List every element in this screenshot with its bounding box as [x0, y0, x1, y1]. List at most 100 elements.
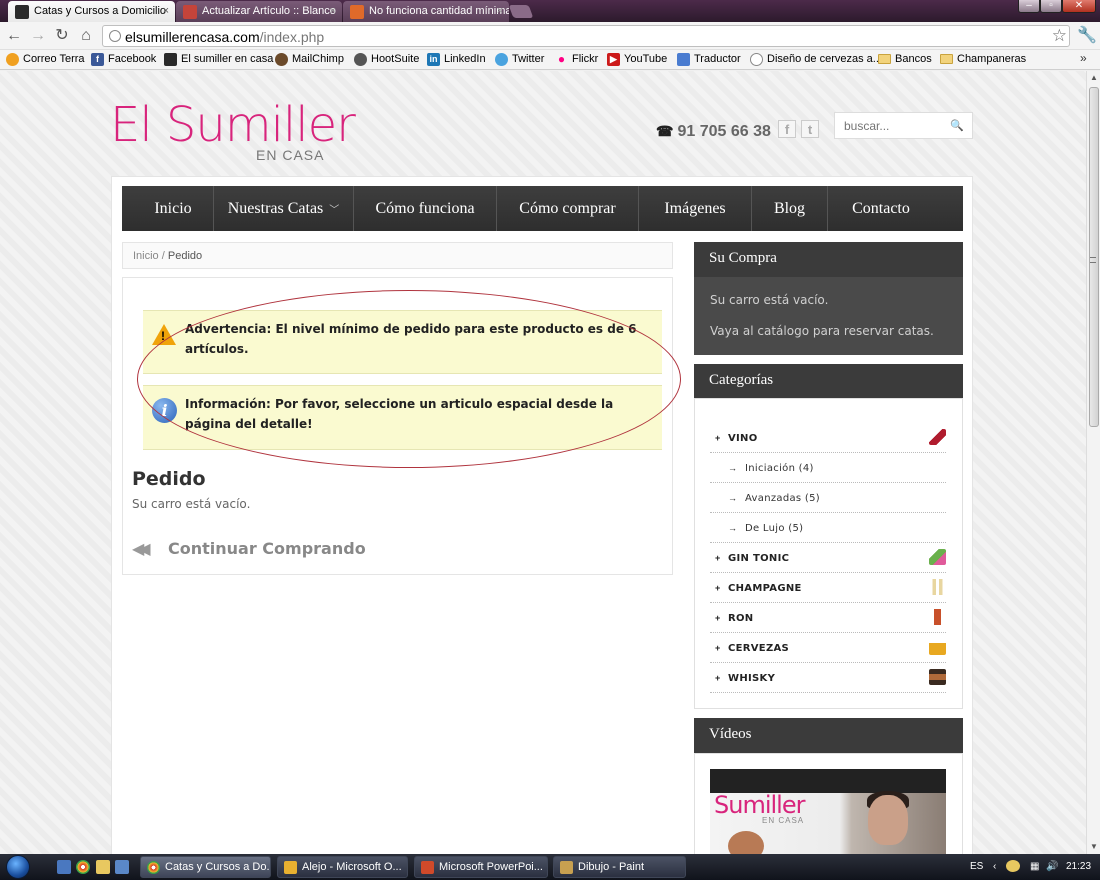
twitter-icon[interactable]: t — [801, 120, 819, 138]
nav-como-funciona[interactable]: Cómo funciona — [354, 186, 496, 231]
taskbar-item-paint[interactable]: Dibujo - Paint — [553, 856, 686, 878]
plus-icon: + — [715, 643, 721, 653]
task-label: Alejo - Microsoft O... — [302, 861, 402, 873]
category-champagne[interactable]: + CHAMPAGNE — [710, 573, 946, 603]
chrome-quicklaunch-icon[interactable] — [76, 860, 90, 874]
champagne-icon — [929, 579, 946, 595]
bookmark-linkedin[interactable]: in LinkedIn — [427, 53, 486, 66]
nav-como-comprar[interactable]: Cómo comprar — [497, 186, 638, 231]
category-gin-tonic[interactable]: + GIN TONIC — [710, 543, 946, 573]
reload-icon[interactable]: ↻ — [52, 26, 72, 46]
bookmark-youtube[interactable]: ▶ YouTube — [607, 53, 667, 66]
clock[interactable]: 21:23 — [1066, 861, 1091, 872]
tray-expand-icon[interactable]: ‹ — [993, 861, 996, 872]
info-text: Información: Por favor, seleccione un ar… — [185, 397, 614, 431]
bookmark-diseno-cervezas[interactable]: Diseño de cervezas a... — [750, 53, 882, 66]
taskbar-item-outlook[interactable]: Alejo - Microsoft O... — [277, 856, 408, 878]
back-icon[interactable]: ← — [4, 26, 24, 46]
show-desktop-icon[interactable] — [57, 860, 71, 874]
scroll-up-icon[interactable]: ▲ — [1087, 71, 1100, 85]
nav-blog[interactable]: Blog — [752, 186, 827, 231]
category-iniciacion[interactable]: → Iniciación (4) — [710, 453, 946, 483]
site-logo[interactable]: El Sumiller — [110, 101, 356, 149]
category-cervezas[interactable]: + CERVEZAS — [710, 633, 946, 663]
search-input[interactable] — [844, 119, 954, 133]
bookmark-label: Correo Terra — [23, 53, 85, 65]
page-scrollbar[interactable]: ▲ ▼ — [1086, 71, 1100, 854]
arrow-right-icon: → — [728, 523, 737, 533]
tab-close-icon[interactable]: × — [163, 5, 169, 17]
minimize-button[interactable]: – — [1018, 0, 1040, 13]
nav-contacto[interactable]: Contacto — [828, 186, 934, 231]
cart-widget-title: Su Compra — [694, 242, 963, 277]
category-whisky[interactable]: + WHISKY — [710, 663, 946, 693]
network-icon[interactable]: ▦ — [1030, 861, 1039, 872]
arrow-right-icon: → — [728, 493, 737, 503]
scroll-down-icon[interactable]: ▼ — [1087, 840, 1100, 854]
category-label: VINO — [728, 433, 758, 444]
bookmark-twitter[interactable]: Twitter — [495, 53, 544, 66]
continue-shopping-link[interactable]: ◀◀ Continuar Comprando — [132, 539, 366, 558]
category-label: WHISKY — [728, 673, 776, 684]
taskbar-item-chrome[interactable]: Catas y Cursos a Do... — [140, 856, 271, 878]
category-avanzadas[interactable]: → Avanzadas (5) — [710, 483, 946, 513]
start-button[interactable] — [6, 855, 30, 879]
bookmark-label: Champaneras — [957, 53, 1027, 65]
url-text[interactable]: elsumillerencasa.com/index.php — [125, 29, 324, 45]
browser-toolbar: ← → ↻ ⌂ elsumillerencasa.com/index.php ☆… — [0, 22, 1100, 50]
bookmark-correo-terra[interactable]: Correo Terra — [6, 53, 85, 66]
joomla-favicon-icon — [183, 5, 197, 19]
continue-shopping-label: Continuar Comprando — [168, 539, 366, 558]
nav-nuestras-catas[interactable]: Nuestras Catas ﹀ — [214, 186, 353, 231]
tab-close-icon[interactable]: × — [330, 5, 336, 17]
breadcrumb-home-link[interactable]: Inicio — [133, 250, 159, 262]
address-bar[interactable]: elsumillerencasa.com/index.php ☆ — [102, 25, 1070, 47]
taskbar-item-powerpoint[interactable]: Microsoft PowerPoi... — [414, 856, 548, 878]
home-icon[interactable]: ⌂ — [76, 26, 96, 46]
bookmark-star-icon[interactable]: ☆ — [1052, 26, 1067, 46]
category-label: RON — [728, 613, 754, 624]
cart-empty-text: Su carro está vacío. — [132, 497, 251, 511]
window-switch-icon[interactable] — [115, 860, 129, 874]
close-window-button[interactable]: ✕ — [1062, 0, 1096, 13]
bookmark-label: Traductor — [694, 53, 741, 65]
wrench-menu-icon[interactable]: 🔧 — [1077, 25, 1097, 45]
category-ron[interactable]: + RON — [710, 603, 946, 633]
bookmark-hootsuite[interactable]: HootSuite — [354, 53, 419, 66]
volume-icon[interactable]: 🔊 — [1046, 861, 1058, 872]
category-de-lujo[interactable]: → De Lujo (5) — [710, 513, 946, 543]
bookmark-folder-bancos[interactable]: Bancos — [878, 53, 932, 65]
tab-catas-y-cursos[interactable]: Catas y Cursos a Domicilio × — [8, 1, 175, 22]
tray-app-icon[interactable] — [1006, 860, 1020, 872]
translate-icon — [677, 53, 690, 66]
bookmark-flickr[interactable]: ● Flickr — [555, 53, 598, 66]
facebook-icon[interactable]: f — [778, 120, 796, 138]
bookmark-facebook[interactable]: f Facebook — [91, 53, 156, 66]
explorer-quicklaunch-icon[interactable] — [96, 860, 110, 874]
language-indicator[interactable]: ES — [970, 861, 983, 872]
bookmark-traductor[interactable]: Traductor — [677, 53, 741, 66]
video-player[interactable]: Sumiller EN CASA — [710, 769, 946, 854]
web-page: El Sumiller EN CASA ☎91 705 66 38 f t 🔍 … — [0, 71, 1086, 854]
phone-number: ☎ 91 705 66 38 — [656, 123, 771, 141]
forward-icon[interactable]: → — [28, 26, 48, 46]
tab-close-icon[interactable]: × — [497, 5, 503, 17]
bookmark-folder-champaneras[interactable]: Champaneras — [940, 53, 1026, 65]
bookmark-el-sumiller[interactable]: El sumiller en casa — [164, 53, 273, 66]
tab-actualizar-articulo[interactable]: Actualizar Artículo :: Blanco × — [176, 1, 342, 22]
chevron-down-icon: ﹀ — [329, 205, 340, 216]
scrollbar-grip-icon — [1090, 257, 1096, 263]
bookmark-mailchimp[interactable]: MailChimp — [275, 53, 344, 66]
browser-tab-bar: Catas y Cursos a Domicilio × Actualizar … — [0, 0, 1100, 22]
nav-inicio[interactable]: Inicio — [122, 186, 224, 231]
tab-no-funciona[interactable]: No funciona cantidad mínima × — [343, 1, 509, 22]
maximize-button[interactable]: ▫ — [1040, 0, 1062, 13]
new-tab-button[interactable] — [508, 5, 534, 18]
category-vino[interactable]: + VINO — [710, 423, 946, 453]
info-icon: i — [152, 398, 177, 423]
bookmark-label: LinkedIn — [444, 53, 486, 65]
bookmarks-overflow-icon[interactable]: » — [1080, 51, 1087, 65]
search-icon[interactable]: 🔍 — [950, 119, 964, 132]
bookmark-label: Diseño de cervezas a... — [767, 53, 882, 65]
nav-imagenes[interactable]: Imágenes — [639, 186, 751, 231]
